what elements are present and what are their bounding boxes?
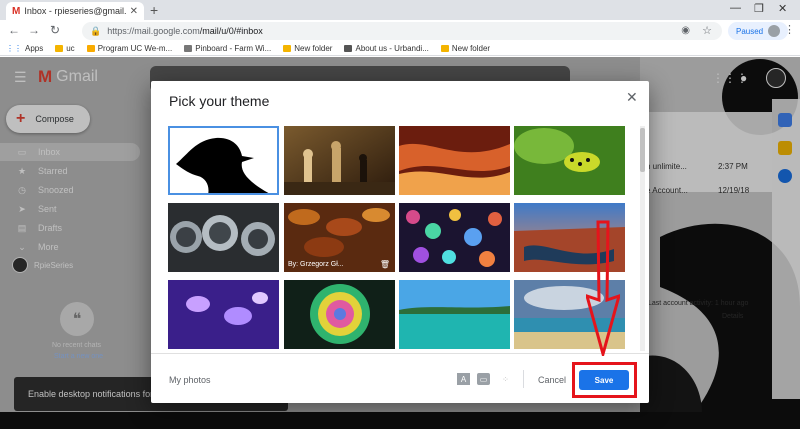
theme-picker-dialog: Pick your theme ✕ By: Grzegorz Gł... 🗑 M… [151,81,649,403]
pipes-image [168,203,279,272]
annotation-save-highlight [572,362,637,398]
bookmark-new-folder-1[interactable]: New folder [283,44,332,53]
browser-menu-icon[interactable]: ⋮ [784,23,795,36]
theme-grid: By: Grzegorz Gł... 🗑 [168,126,628,351]
site-icon [184,45,193,52]
lock-icon: 🔒 [90,25,102,36]
close-icon[interactable]: ✕ [626,89,638,106]
canyon-image [399,126,510,195]
close-tab-icon[interactable]: ✕ [130,6,138,17]
theme-thumb-jellyfish[interactable] [168,280,279,349]
browser-tabstrip: M Inbox - rpieseries@gmail.com - G ✕ + —… [0,0,800,20]
bookmark-pinboard[interactable]: Pinboard - Farm Wi... [184,44,271,53]
reload-icon[interactable]: ↻ [50,23,60,37]
tab-title: Inbox - rpieseries@gmail.com - G [24,6,125,16]
browser-tab[interactable]: M Inbox - rpieseries@gmail.com - G ✕ [6,2,144,20]
cancel-button[interactable]: Cancel [538,375,566,385]
browser-toolbar: ← → ↻ 🔒 https://mail.google.com /mail/u/… [0,20,800,42]
theme-thumb-leaves[interactable]: By: Grzegorz Gł... 🗑 [284,203,395,272]
text-background-icon[interactable]: A [457,373,470,385]
minimize-icon[interactable]: — [730,2,741,14]
bookmark-uc[interactable]: uc [55,44,75,53]
bookmark-about-us[interactable]: About us - Urbandi... [344,44,429,53]
theme-thumb-bokeh[interactable] [399,203,510,272]
trash-icon[interactable]: 🗑 [380,260,390,269]
my-photos-link[interactable]: My photos [169,375,211,385]
profile-avatar [768,25,781,37]
photo-credit: By: Grzegorz Gł... [288,261,344,268]
profile-paused-chip[interactable]: Paused [728,22,789,40]
address-bar[interactable]: 🔒 https://mail.google.com /mail/u/0/#inb… [82,22,722,40]
theme-thumb-canyon[interactable] [399,126,510,195]
theme-thumb-chess[interactable] [284,126,395,195]
annotation-arrow [586,220,620,356]
url-path: /mail/u/0/#inbox [199,26,263,36]
caterpillar-image [514,126,625,195]
profile-status: Paused [736,26,764,36]
rainbow-image [284,280,395,349]
bookmark-new-folder-2[interactable]: New folder [440,44,490,53]
silhouette-image [168,126,279,195]
apps-grid-icon: ⋮⋮ [6,44,22,53]
theme-thumb-pipes[interactable] [168,203,279,272]
folder-icon [440,45,449,52]
eye-icon[interactable]: ◉ [681,25,690,36]
bookmark-program[interactable]: Program UC We-m... [86,44,172,53]
site-icon [344,45,353,52]
footer-divider [523,370,524,388]
forward-icon[interactable]: → [28,23,40,37]
back-icon[interactable]: ← [8,23,20,37]
close-window-icon[interactable]: ✕ [778,2,787,15]
bookmarks-bar: ⋮⋮ Apps uc Program UC We-m... Pinboard - … [0,42,800,56]
tropical-image [399,280,510,349]
site-icon [86,45,95,52]
theme-thumb-silhouette[interactable] [168,126,279,195]
theme-thumb-tropical[interactable] [399,280,510,349]
blur-icon[interactable]: ⁘ [499,373,512,385]
bookmark-star-icon[interactable]: ☆ [702,24,712,37]
new-tab-icon[interactable]: + [150,2,158,18]
folder-icon [283,45,292,52]
chess-image [284,126,395,195]
theme-thumb-rainbow[interactable] [284,280,395,349]
gmail-favicon-icon: M [12,5,21,17]
dialog-title: Pick your theme [169,93,270,109]
screenshot-root: M Inbox - rpieseries@gmail.com - G ✕ + —… [0,0,800,429]
theme-thumb-caterpillar[interactable] [514,126,625,195]
vignette-icon[interactable]: ▭ [477,373,490,385]
scroll-thumb[interactable] [640,128,645,172]
theme-grid-scrollbar[interactable] [640,126,645,351]
bookmark-apps[interactable]: ⋮⋮ Apps [6,44,43,53]
bokeh-image [399,203,510,272]
folder-icon [55,45,64,52]
url-host: https://mail.google.com [107,26,200,36]
jellyfish-image [168,280,279,349]
maximize-icon[interactable]: ❐ [754,2,764,15]
